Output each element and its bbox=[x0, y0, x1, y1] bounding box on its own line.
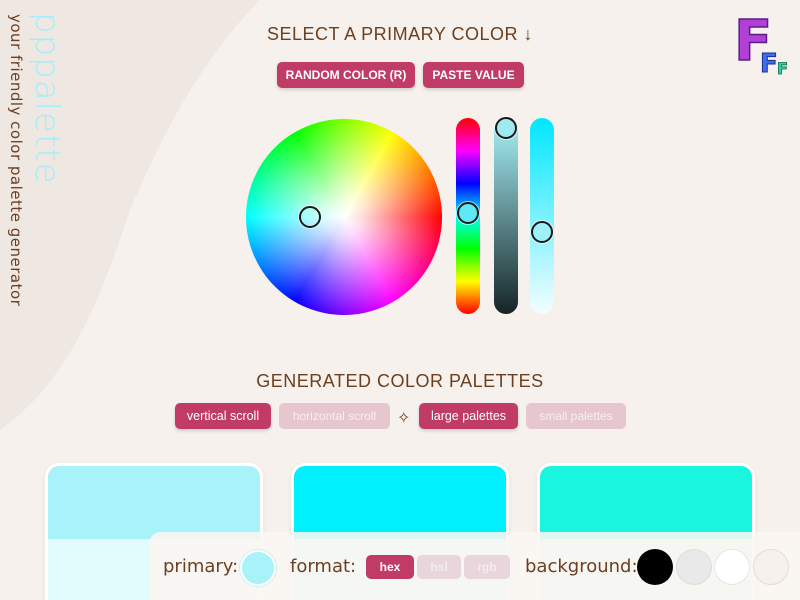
separator-icon: ✧ bbox=[397, 408, 411, 427]
background-black-swatch[interactable] bbox=[637, 549, 673, 585]
picker-heading: SELECT A PRIMARY COLOR ↓ bbox=[266, 24, 534, 44]
palette-card-top bbox=[48, 466, 260, 539]
background-gray-swatch[interactable] bbox=[676, 549, 712, 585]
color-wheel-handle[interactable] bbox=[299, 206, 321, 228]
small-palettes-button[interactable]: small palettes bbox=[526, 403, 626, 429]
format-hsl-button[interactable]: hsl bbox=[417, 555, 461, 579]
format-label: format: bbox=[290, 556, 357, 577]
horizontal-scroll-button[interactable]: horizontal scroll bbox=[279, 403, 390, 429]
format-rgb-button[interactable]: rgb bbox=[464, 555, 510, 579]
format-hex-button[interactable]: hex bbox=[366, 555, 414, 579]
large-palettes-button[interactable]: large palettes bbox=[419, 403, 518, 429]
background-white-swatch[interactable] bbox=[714, 549, 750, 585]
app-logo: F F F bbox=[733, 8, 788, 76]
app-tagline: your friendly color palette generator bbox=[7, 14, 25, 307]
saturation-slider-handle[interactable] bbox=[495, 117, 517, 139]
vertical-scroll-button[interactable]: vertical scroll bbox=[175, 403, 271, 429]
random-color-button[interactable]: RANDOM COLOR (R) bbox=[277, 62, 415, 88]
logo-letter: F bbox=[777, 59, 788, 76]
palettes-heading: GENERATED COLOR PALETTES bbox=[256, 371, 544, 391]
lightness-slider[interactable] bbox=[530, 118, 554, 314]
primary-color-swatch[interactable] bbox=[240, 550, 276, 586]
background-cream-swatch[interactable] bbox=[753, 549, 789, 585]
primary-label: primary: bbox=[163, 556, 239, 577]
palette-card-top bbox=[540, 466, 752, 539]
color-wheel[interactable] bbox=[246, 119, 442, 315]
paste-value-button[interactable]: PASTE VALUE bbox=[423, 62, 524, 88]
lightness-slider-handle[interactable] bbox=[531, 221, 553, 243]
hue-slider-handle[interactable] bbox=[457, 202, 479, 224]
palette-card-top bbox=[294, 466, 506, 539]
app-title: pppalette bbox=[27, 12, 67, 185]
logo-letter: F bbox=[760, 49, 778, 76]
saturation-slider[interactable] bbox=[494, 118, 518, 314]
background-label: background: bbox=[525, 556, 638, 577]
